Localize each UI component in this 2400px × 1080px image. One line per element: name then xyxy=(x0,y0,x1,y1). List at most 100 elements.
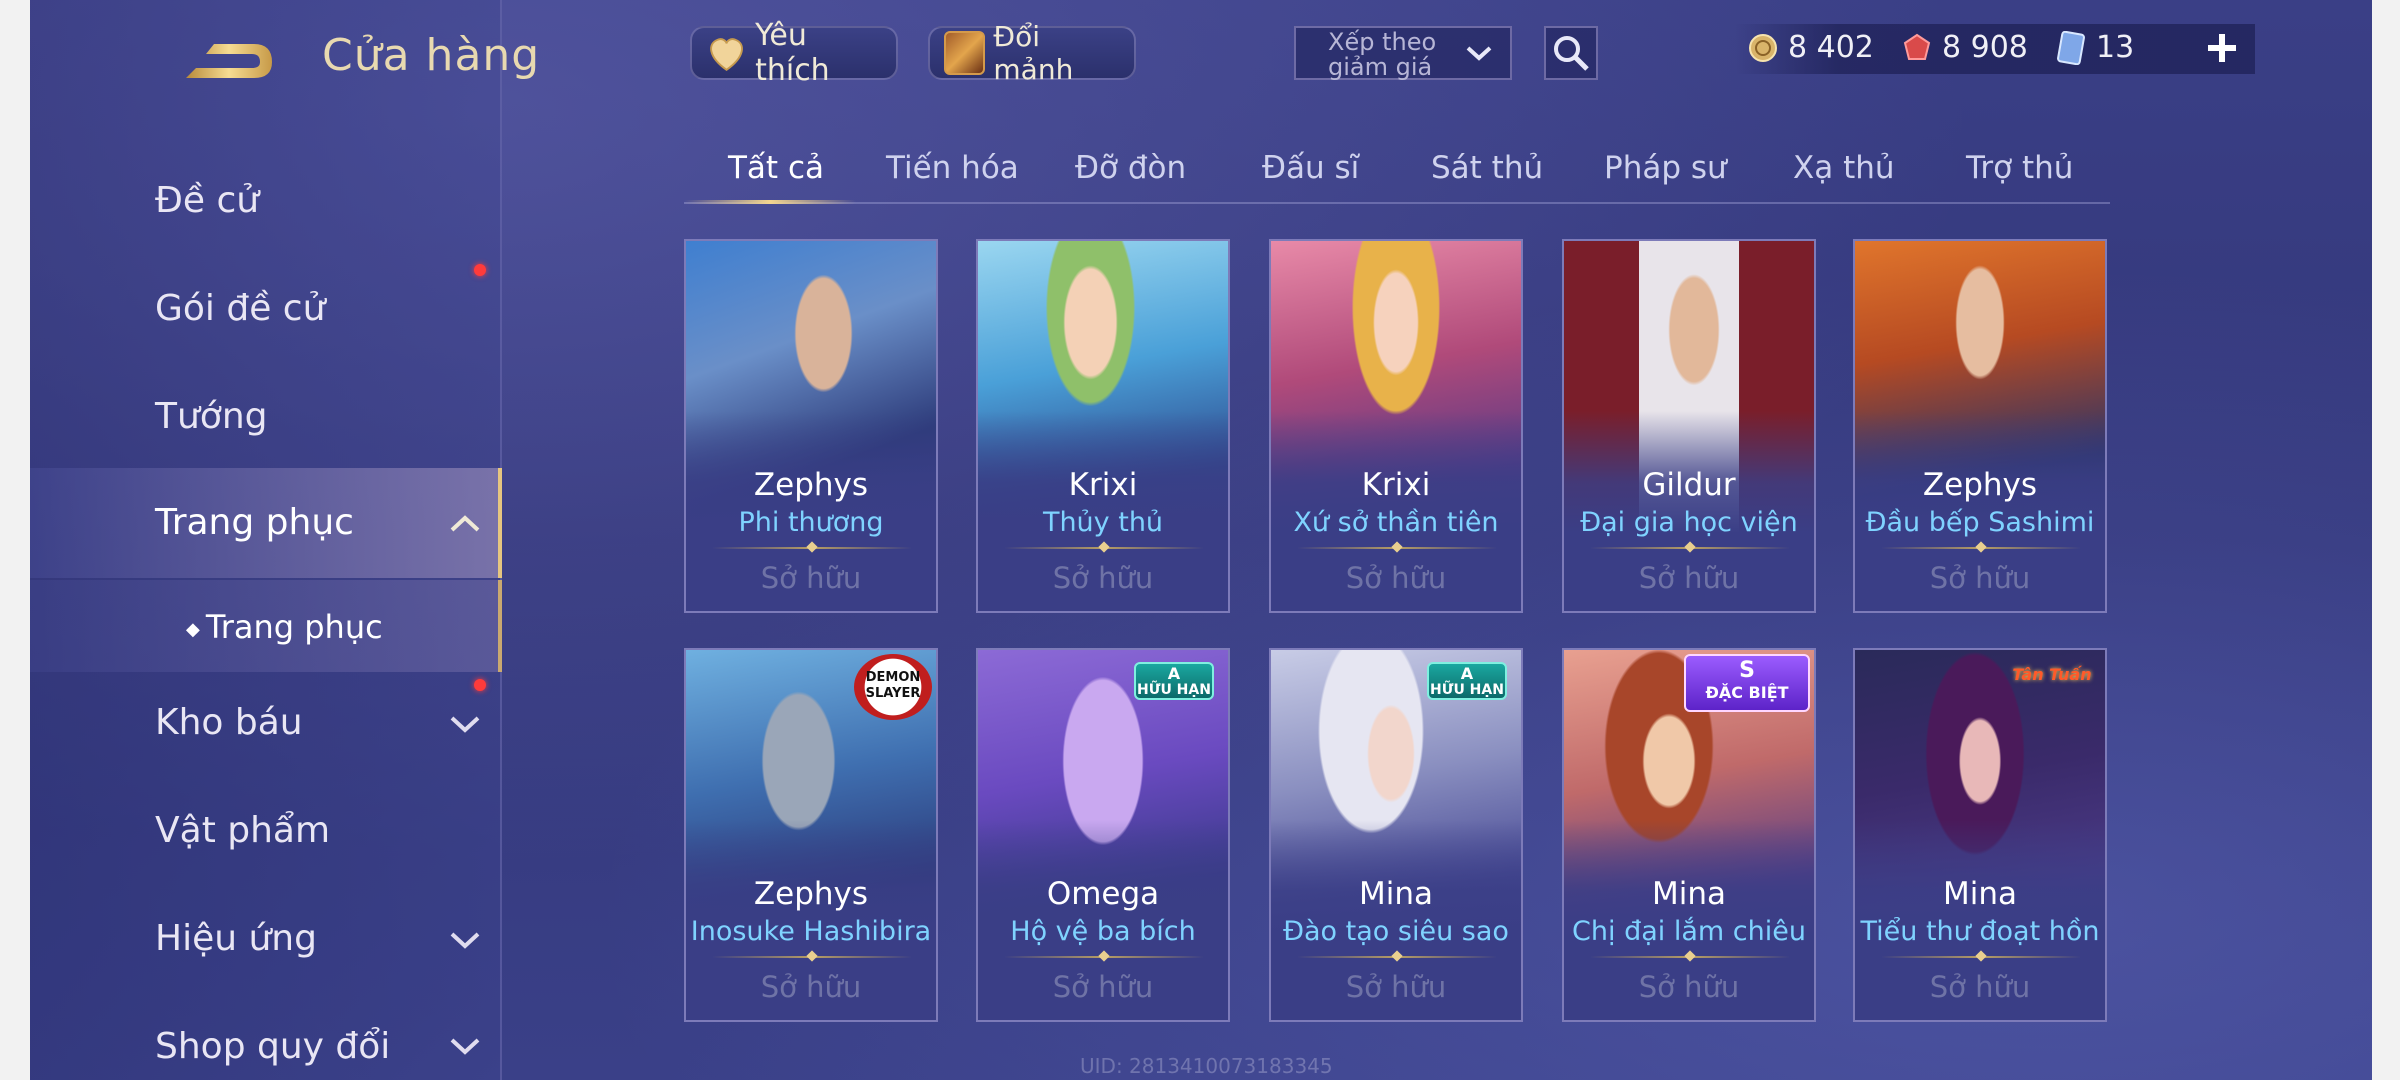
notification-dot xyxy=(474,264,486,276)
event-badge: Tân Tuấn xyxy=(2012,665,2092,684)
badge-text: A xyxy=(1167,664,1181,683)
sidebar-item-recommended[interactable]: Đề cử xyxy=(155,180,259,221)
badge-text: S xyxy=(1739,658,1755,683)
diamond-bullet-icon: ◆ xyxy=(186,618,200,640)
tab-fighter[interactable]: Đấu sĩ xyxy=(1262,150,1359,186)
tab-all[interactable]: Tất cả xyxy=(728,150,824,186)
voucher-amount: 13 xyxy=(2096,30,2135,65)
skin-name: Đầu bếp Sashimi xyxy=(1865,507,2095,538)
back-arrow-icon xyxy=(186,44,272,78)
sidebar-subitem-label: Trang phục xyxy=(205,608,383,646)
hero-name: Mina xyxy=(1942,876,2017,912)
skin-card[interactable]: Tân Tuấn Mina Tiểu thư đoạt hồn Sở hữu xyxy=(1853,648,2107,1022)
hero-name: Mina xyxy=(1358,876,1433,912)
screen-edge-right xyxy=(2372,0,2400,1080)
back-button[interactable] xyxy=(180,32,280,88)
owned-status: Sở hữu xyxy=(1052,561,1154,595)
demon-slayer-badge: DEMON SLAYER xyxy=(854,654,932,720)
owned-status: Sở hữu xyxy=(1638,561,1740,595)
active-tab-indicator xyxy=(684,200,856,204)
sort-dropdown[interactable]: Xếp theo giảm giá xyxy=(1294,26,1512,80)
hero-name: Mina xyxy=(1651,876,1726,912)
skin-card[interactable]: A HỮU HẠN Omega Hộ vệ ba bích Sở hữu xyxy=(976,648,1230,1022)
voucher-currency: 13 xyxy=(2056,30,2134,65)
ruby-gem-icon xyxy=(1903,33,1931,60)
sidebar-item-recommended-packs[interactable]: Gói đề cử xyxy=(155,288,325,329)
owned-status: Sở hữu xyxy=(1929,561,2031,595)
chevron-down-icon[interactable] xyxy=(448,1034,482,1058)
chevron-down-icon[interactable] xyxy=(448,928,482,952)
hero-name: Omega xyxy=(1046,876,1160,912)
skin-card[interactable]: S ĐẶC BIỆT Mina Chị đại lắm chiêu Sở hữu xyxy=(1562,648,1816,1022)
sidebar-item-effects[interactable]: Hiệu ứng xyxy=(155,918,317,959)
tab-support[interactable]: Trợ thủ xyxy=(1966,150,2073,186)
sidebar-subitem-skins[interactable]: ◆ Trang phục xyxy=(186,608,383,646)
role-tabs: Tất cả Tiến hóa Đỡ đòn Đấu sĩ Sát thủ Ph… xyxy=(684,140,2110,204)
hero-name: Krixi xyxy=(1361,467,1431,503)
screen-edge-left xyxy=(0,0,30,1080)
shard-box-icon xyxy=(944,31,986,75)
sidebar-item-treasure[interactable]: Kho báu xyxy=(155,702,303,743)
ruby-currency: 8 908 xyxy=(1902,30,2028,65)
skin-name: Chị đại lắm chiêu xyxy=(1572,916,1806,947)
skin-card[interactable]: Zephys Phi thương Sở hữu xyxy=(684,239,938,613)
badge-text: A xyxy=(1460,664,1474,683)
special-s-badge: S ĐẶC BIỆT xyxy=(1684,654,1810,712)
card-divider xyxy=(1004,956,1204,958)
chevron-down-icon[interactable] xyxy=(448,712,482,736)
hero-name: Zephys xyxy=(1922,467,2038,503)
hero-name: Zephys xyxy=(753,467,869,503)
card-divider xyxy=(712,547,912,549)
tab-marksman[interactable]: Xạ thủ xyxy=(1793,150,1895,186)
card-divider xyxy=(712,956,912,958)
card-divider xyxy=(1590,547,1790,549)
card-divider xyxy=(1004,547,1204,549)
hero-name: Krixi xyxy=(1068,467,1138,503)
tab-assassin[interactable]: Sát thủ xyxy=(1431,150,1543,186)
sidebar-item-skins[interactable]: Trang phục xyxy=(155,502,354,543)
favorites-button[interactable]: Yêu thích xyxy=(690,18,898,88)
voucher-card-icon xyxy=(2057,30,2085,65)
sidebar-item-heroes[interactable]: Tướng xyxy=(155,396,268,437)
gold-amount: 8 402 xyxy=(1788,30,1874,65)
search-button[interactable] xyxy=(1544,26,1598,80)
tab-evolution[interactable]: Tiến hóa xyxy=(886,150,1019,186)
tab-tank[interactable]: Đỡ đòn xyxy=(1075,150,1186,186)
heart-icon xyxy=(710,38,743,71)
sidebar-item-exchange-shop[interactable]: Shop quy đổi xyxy=(155,1026,390,1067)
owned-status: Sở hữu xyxy=(1638,970,1740,1004)
skin-card[interactable]: Krixi Xứ sở thần tiên Sở hữu xyxy=(1269,239,1523,613)
skin-name: Phi thương xyxy=(738,507,884,538)
owned-status: Sở hữu xyxy=(760,970,862,1004)
skin-card[interactable]: A HỮU HẠN Mina Đào tạo siêu sao Sở hữu xyxy=(1269,648,1523,1022)
owned-status: Sở hữu xyxy=(1052,970,1154,1004)
skin-card[interactable]: Zephys Đầu bếp Sashimi Sở hữu xyxy=(1853,239,2107,613)
tab-mage[interactable]: Pháp sư xyxy=(1604,150,1727,186)
card-divider xyxy=(1297,547,1497,549)
skin-card[interactable]: Krixi Thủy thủ Sở hữu xyxy=(976,239,1230,613)
card-divider xyxy=(1297,956,1497,958)
badge-text: DEMON xyxy=(865,670,921,685)
skin-name: Đại gia học viện xyxy=(1580,507,1798,538)
skin-name: Hộ vệ ba bích xyxy=(1010,916,1196,947)
search-icon xyxy=(1554,36,1589,71)
owned-status: Sở hữu xyxy=(760,561,862,595)
owned-status: Sở hữu xyxy=(1345,970,1447,1004)
ruby-amount: 8 908 xyxy=(1942,30,2028,65)
skin-card[interactable]: Gildur Đại gia học viện Sở hữu xyxy=(1562,239,1816,613)
skin-name: Tiểu thư đoạt hồn xyxy=(1860,916,2100,947)
add-currency-button[interactable] xyxy=(2198,24,2246,72)
gold-currency: 8 402 xyxy=(1748,30,1874,65)
page-title: Cửa hàng xyxy=(322,30,541,81)
gold-coin-icon xyxy=(1749,33,1777,62)
chevron-down-icon xyxy=(1466,46,1492,61)
sidebar-item-items[interactable]: Vật phẩm xyxy=(155,810,330,851)
skin-name: Inosuke Hashibira xyxy=(690,916,932,947)
user-id-watermark: UID: 2813410073183345 xyxy=(1080,1054,1333,1078)
shard-exchange-button[interactable]: Đổi mảnh xyxy=(928,20,1136,86)
skin-name: Xứ sở thần tiên xyxy=(1293,507,1499,538)
chevron-up-icon[interactable] xyxy=(448,512,482,536)
skin-card[interactable]: DEMON SLAYER Zephys Inosuke Hashibira Sở… xyxy=(684,648,938,1022)
badge-text: HỮU HẠN xyxy=(1137,682,1211,698)
skin-name: Đào tạo siêu sao xyxy=(1283,916,1509,947)
